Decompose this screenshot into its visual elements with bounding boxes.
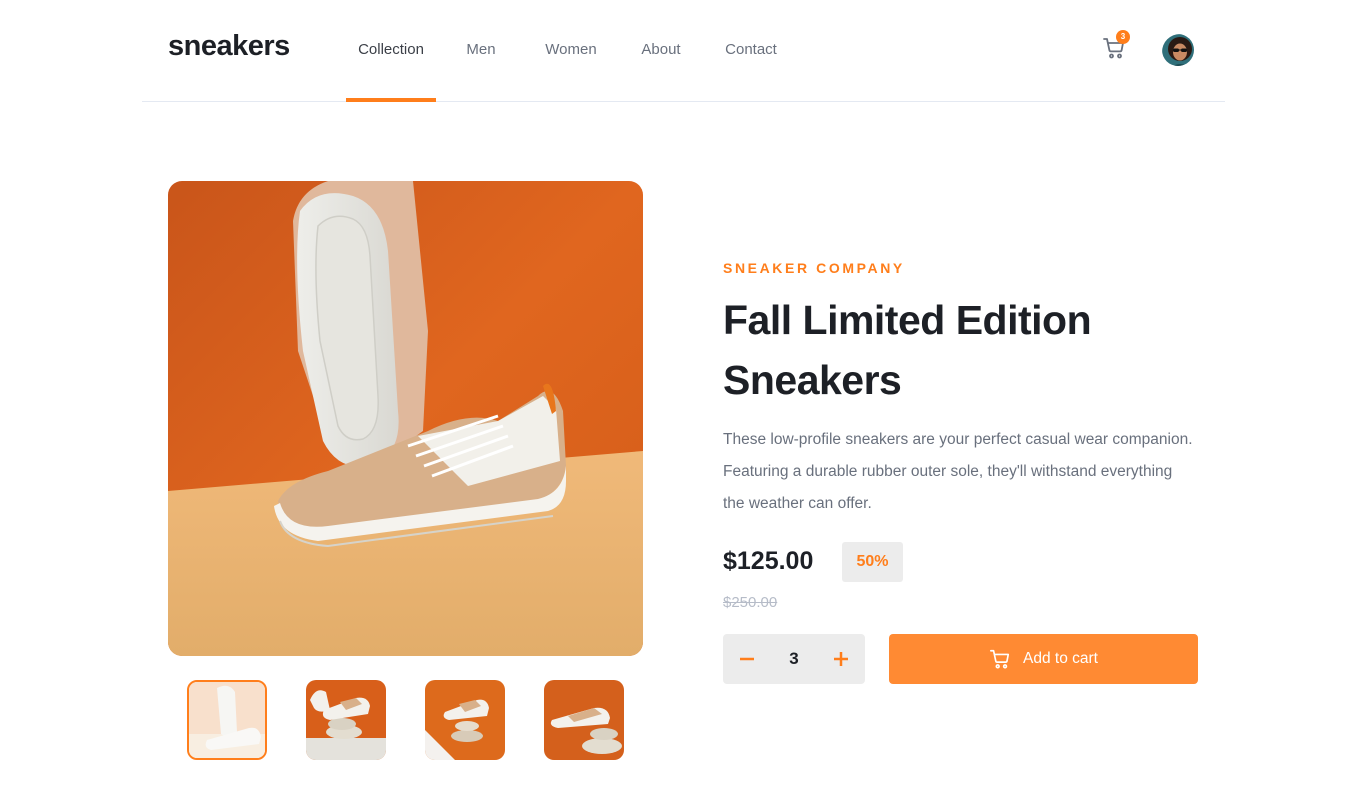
product-title: Fall Limited Edition Sneakers: [723, 290, 1193, 410]
discount-badge: 50%: [842, 542, 903, 582]
add-to-cart-button[interactable]: Add to cart: [889, 634, 1198, 684]
plus-icon: [834, 652, 848, 666]
minus-button[interactable]: [737, 649, 757, 669]
product-title-line-1: Fall Limited Edition: [723, 297, 1092, 343]
nav-item-collection[interactable]: Collection: [346, 0, 436, 102]
original-price: $250.00: [723, 594, 778, 611]
quantity-value: 3: [789, 649, 799, 668]
thumbnail-4[interactable]: [544, 680, 624, 760]
cart-count-badge: 3: [1116, 30, 1130, 44]
thumbnail-gallery: [187, 680, 624, 760]
quantity-stepper: 3: [723, 634, 865, 684]
site-header: sneakers Collection Men Women About Cont…: [142, 0, 1225, 102]
company-name: SNEAKER COMPANY: [723, 260, 905, 276]
cart-icon: [990, 649, 1010, 669]
nav-item-women[interactable]: Women: [526, 0, 616, 101]
minus-icon: [740, 657, 754, 661]
logo[interactable]: sneakers: [168, 30, 290, 63]
thumbnail-1[interactable]: [187, 680, 267, 760]
avatar[interactable]: [1160, 32, 1196, 68]
product-main-image[interactable]: [168, 181, 643, 656]
main-nav: Collection Men Women About Contact: [346, 0, 796, 102]
product-description: These low-profile sneakers are your perf…: [723, 431, 1193, 512]
current-price: $125.00: [723, 547, 814, 575]
product-title-line-2: Sneakers: [723, 357, 902, 403]
nav-item-about[interactable]: About: [616, 0, 706, 101]
add-to-cart-label: Add to cart: [1023, 650, 1098, 667]
thumbnail-2[interactable]: [306, 680, 386, 760]
plus-button[interactable]: [831, 649, 851, 669]
nav-item-contact[interactable]: Contact: [706, 0, 796, 101]
thumbnail-3[interactable]: [425, 680, 505, 760]
nav-item-men[interactable]: Men: [436, 0, 526, 101]
